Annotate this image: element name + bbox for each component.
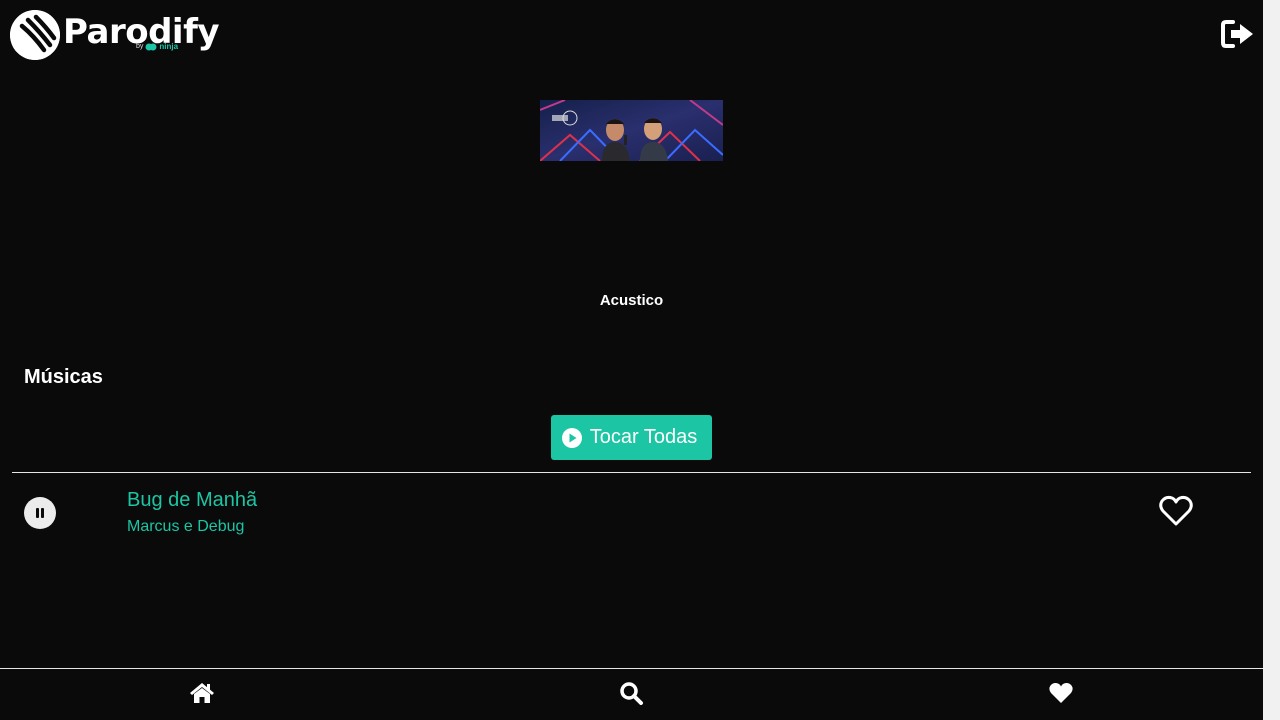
pause-icon xyxy=(36,508,44,518)
bottom-nav xyxy=(0,668,1263,720)
logo-byline: by ninja xyxy=(136,42,178,51)
logo-mark-icon xyxy=(10,10,60,60)
nav-favorites-button[interactable] xyxy=(1048,681,1074,705)
play-circle-icon xyxy=(561,427,582,448)
app-header: Parodify by ninja xyxy=(0,0,1263,70)
songs-section-title: Músicas xyxy=(24,366,103,388)
heart-icon xyxy=(1049,683,1073,703)
logout-button[interactable] xyxy=(1221,19,1255,49)
track-artist[interactable]: Marcus e Debug xyxy=(127,518,244,536)
sign-out-icon xyxy=(1221,20,1253,48)
home-icon xyxy=(190,683,214,703)
track-title[interactable]: Bug de Manhã xyxy=(127,489,257,512)
scrollbar-track[interactable] xyxy=(1263,0,1280,720)
album-title: Acustico xyxy=(599,292,664,309)
logo-by-text: by xyxy=(136,43,144,50)
play-all-button[interactable]: Tocar Todas xyxy=(551,415,712,460)
pause-button[interactable] xyxy=(24,497,56,529)
search-icon xyxy=(620,682,643,705)
favorite-button[interactable] xyxy=(1158,494,1194,528)
play-all-label: Tocar Todas xyxy=(589,426,698,448)
logo[interactable]: Parodify xyxy=(10,10,220,60)
album-cover-image xyxy=(540,100,723,161)
nav-search-button[interactable] xyxy=(619,681,645,705)
nav-home-button[interactable] xyxy=(189,681,215,705)
logo-brand-text: ninja xyxy=(159,42,179,51)
heart-outline-icon xyxy=(1159,495,1193,526)
ninja-mark-icon xyxy=(145,43,157,50)
track-row[interactable]: Bug de Manhã Marcus e Debug xyxy=(12,473,1251,553)
